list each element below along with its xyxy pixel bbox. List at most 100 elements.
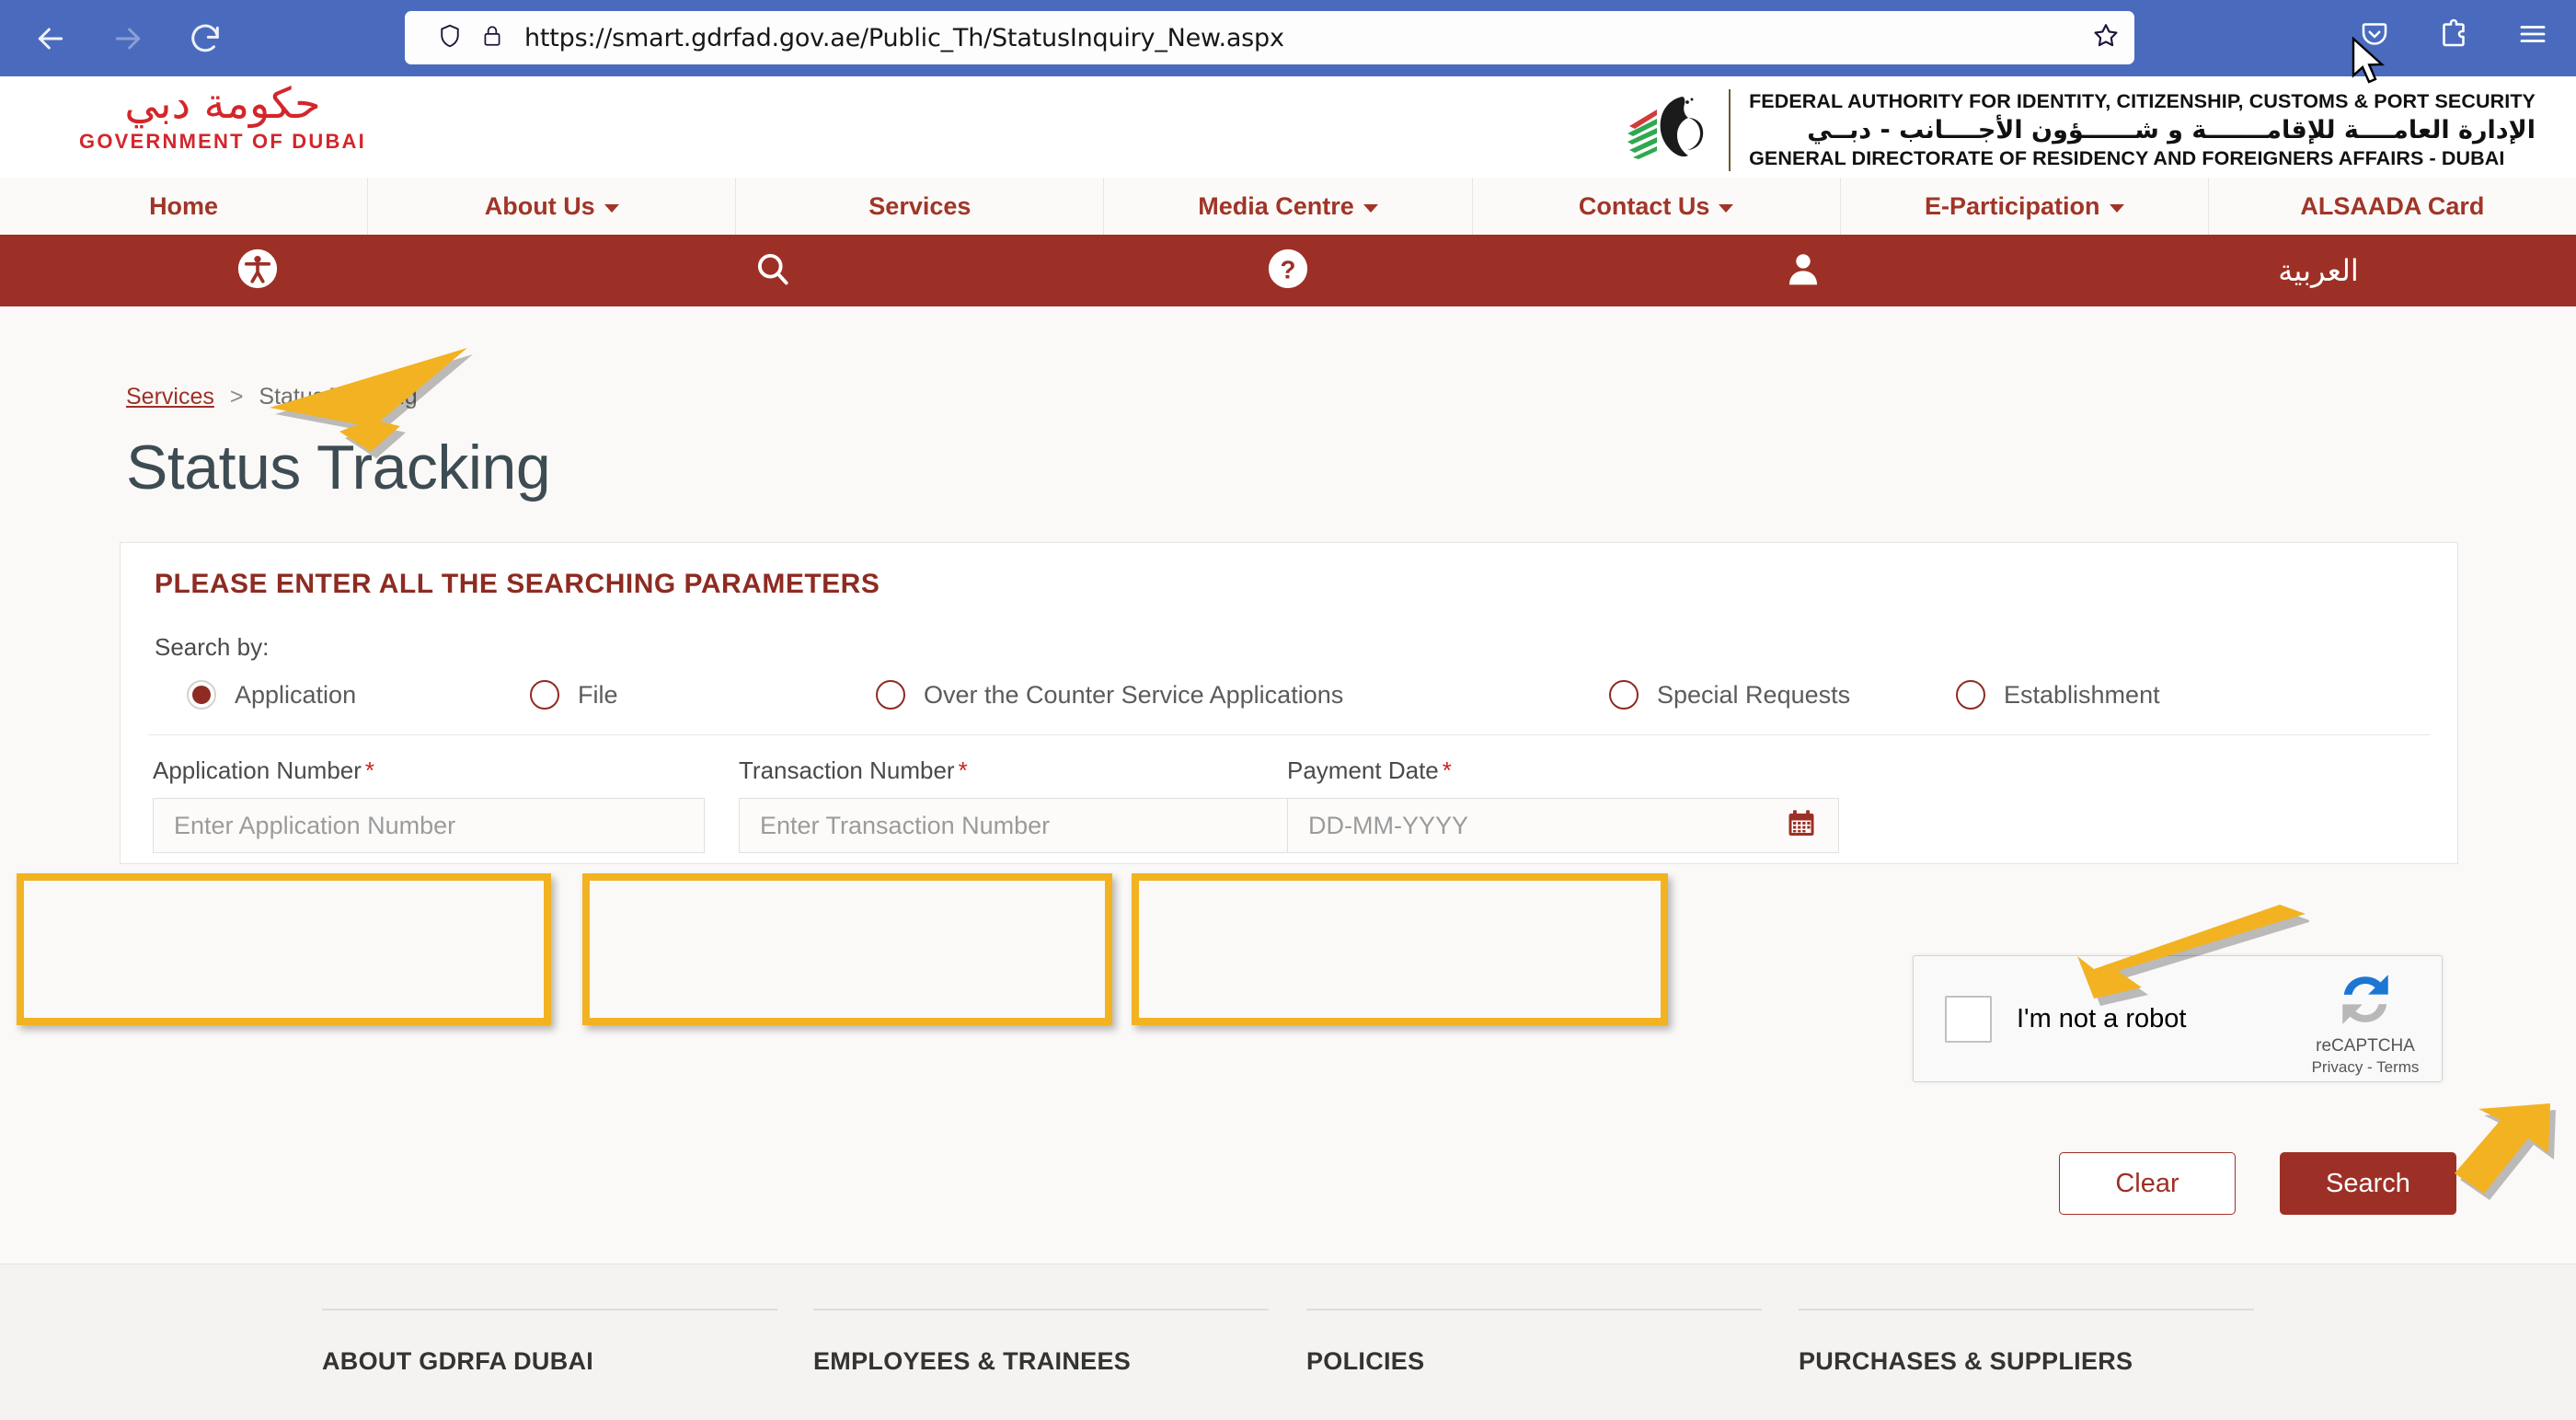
breadcrumb: Services > Status Tracking [126,384,418,410]
help-button[interactable]: ? [1030,248,1546,294]
hamburger-menu-icon[interactable] [2512,13,2554,55]
recaptcha-checkbox[interactable] [1945,995,1992,1043]
search-by-radio-group: Application File Over the Counter Servic… [148,676,2439,721]
gdrfa-line-1: FEDERAL AUTHORITY FOR IDENTITY, CITIZENS… [1749,90,2536,112]
nav-item-alsaada-card[interactable]: ALSAADA Card [2209,178,2576,235]
search-button[interactable] [515,248,1030,294]
field-group-transaction-number: Transaction Number * Enter Transaction Nu… [739,756,1291,853]
highlight-box-application-number [17,873,551,1025]
back-button[interactable] [26,14,75,63]
field-label-text: Transaction Number [739,756,955,784]
footer-divider [1306,1309,1762,1310]
radio-option-application[interactable]: Application [187,680,356,710]
radio-label: Application [235,680,357,709]
field-group-payment-date: Payment Date * DD-MM-YYYY [1287,756,1839,853]
breadcrumb-link-services[interactable]: Services [126,384,214,410]
radio-mark [187,680,216,710]
required-asterisk: * [364,756,375,784]
transaction-number-placeholder: Enter Transaction Number [760,811,1051,839]
required-asterisk: * [1442,756,1452,784]
radio-mark [1956,680,1985,710]
page-title: Status Tracking [126,433,551,502]
radio-mark [876,680,905,710]
bookmark-star-icon[interactable] [2090,20,2122,56]
footer-title-about-gdrfa-dubai[interactable]: ABOUT GDRFA DUBAI [322,1347,777,1376]
accessibility-icon [236,248,279,294]
radio-label: File [578,680,618,709]
reload-button[interactable] [180,14,230,63]
field-label-text: Application Number [153,756,362,784]
calendar-icon[interactable] [1785,807,1818,845]
page-content: Services > Status Tracking Status Tracki… [0,306,2576,1264]
radio-option-establishment[interactable]: Establishment [1956,680,2160,710]
pocket-icon[interactable] [2353,13,2396,55]
application-number-placeholder: Enter Application Number [174,811,456,839]
user-account-icon [1783,248,1823,294]
falcon-emblem-icon [1618,84,1729,177]
nav-item-home[interactable]: Home [0,178,369,235]
nav-item-media-centre[interactable]: Media Centre [1104,178,1473,235]
footer-title-purchases-suppliers[interactable]: PURCHASES & SUPPLIERS [1799,1347,2254,1376]
browser-toolbar: https://smart.gdrfad.gov.ae/Public_Th/St… [0,0,2576,76]
address-bar[interactable]: https://smart.gdrfad.gov.ae/Public_Th/St… [405,11,2134,64]
dubai-logo-arabic: حكومة دبي [124,78,321,128]
site-footer: ABOUT GDRFA DUBAI EMPLOYEES & TRAINEES P… [0,1264,2576,1420]
transaction-number-input[interactable]: Enter Transaction Number [739,798,1291,853]
radio-label: Special Requests [1657,680,1851,709]
svg-text:?: ? [1281,255,1296,283]
footer-divider [1799,1309,2254,1310]
chevron-down-icon [604,203,619,213]
lock-icon[interactable] [480,23,504,53]
payment-date-placeholder: DD-MM-YYYY [1308,811,1468,839]
radio-option-over-the-counter[interactable]: Over the Counter Service Applications [876,680,1343,710]
nav-item-label: ALSAADA Card [2300,191,2485,220]
gdrfa-line-2-arabic: الإدارة العامــــة للإقامـــــــة و شـــ… [1807,116,2536,144]
logo-divider [1729,89,1731,171]
nav-item-about-us[interactable]: About Us [368,178,737,235]
forward-button[interactable] [103,14,153,63]
field-label-text: Payment Date [1287,756,1439,784]
browser-nav-buttons [0,14,230,63]
extensions-icon[interactable] [2432,13,2475,55]
search-by-label: Search by: [155,633,270,661]
required-asterisk: * [958,756,968,784]
user-account-button[interactable] [1546,248,2061,294]
nav-item-e-participation[interactable]: E-Participation [1841,178,2209,235]
recaptcha-widget[interactable]: I'm not a robot reCAPTCHA Privacy - Term… [1913,955,2443,1082]
nav-item-contact-us[interactable]: Contact Us [1473,178,1841,235]
chevron-down-icon [1719,203,1734,213]
payment-date-input[interactable]: DD-MM-YYYY [1287,798,1839,853]
recaptcha-branding: reCAPTCHA Privacy - Terms [2306,969,2425,1077]
clear-button[interactable]: Clear [2059,1152,2236,1215]
nav-item-services[interactable]: Services [736,178,1105,235]
nav-item-label: Contact Us [1578,191,1710,220]
chevron-down-icon [2109,203,2124,213]
accessibility-button[interactable] [0,248,515,294]
question-mark-icon: ? [1267,248,1309,294]
nav-item-label: Services [868,191,972,220]
government-of-dubai-logo[interactable]: حكومة دبي GOVERNMENT OF DUBAI [57,82,388,154]
radio-option-file[interactable]: File [530,680,618,710]
language-switch-arabic[interactable]: العربية [2061,253,2576,288]
chevron-down-icon [1363,203,1378,213]
gdrfa-logo[interactable]: FEDERAL AUTHORITY FOR IDENTITY, CITIZENS… [1618,84,2536,177]
search-form-card: PLEASE ENTER ALL THE SEARCHING PARAMETER… [120,542,2458,864]
footer-column-policies: POLICIES [1306,1309,1762,1376]
nav-item-label: Home [149,191,219,220]
arabic-language-label: العربية [2278,253,2359,288]
footer-title-policies[interactable]: POLICIES [1306,1347,1762,1376]
application-number-input[interactable]: Enter Application Number [153,798,705,853]
recaptcha-terms-link[interactable]: Privacy - Terms [2306,1058,2425,1077]
footer-column-employees: EMPLOYEES & TRAINEES [813,1309,1269,1376]
breadcrumb-separator: > [229,384,244,410]
radio-option-special-requests[interactable]: Special Requests [1609,680,1850,710]
browser-toolbar-right [2353,13,2554,55]
form-action-buttons: Clear Search [2059,1152,2456,1215]
footer-title-employees-trainees[interactable]: EMPLOYEES & TRAINEES [813,1347,1269,1376]
footer-column-purchases: PURCHASES & SUPPLIERS [1799,1309,2254,1376]
radio-mark [530,680,559,710]
form-heading: PLEASE ENTER ALL THE SEARCHING PARAMETER… [155,569,880,599]
tracking-protection-shield-icon[interactable] [436,22,464,54]
search-button[interactable]: Search [2280,1152,2456,1215]
main-navigation: Home About Us Services Media Centre Cont… [0,178,2576,235]
